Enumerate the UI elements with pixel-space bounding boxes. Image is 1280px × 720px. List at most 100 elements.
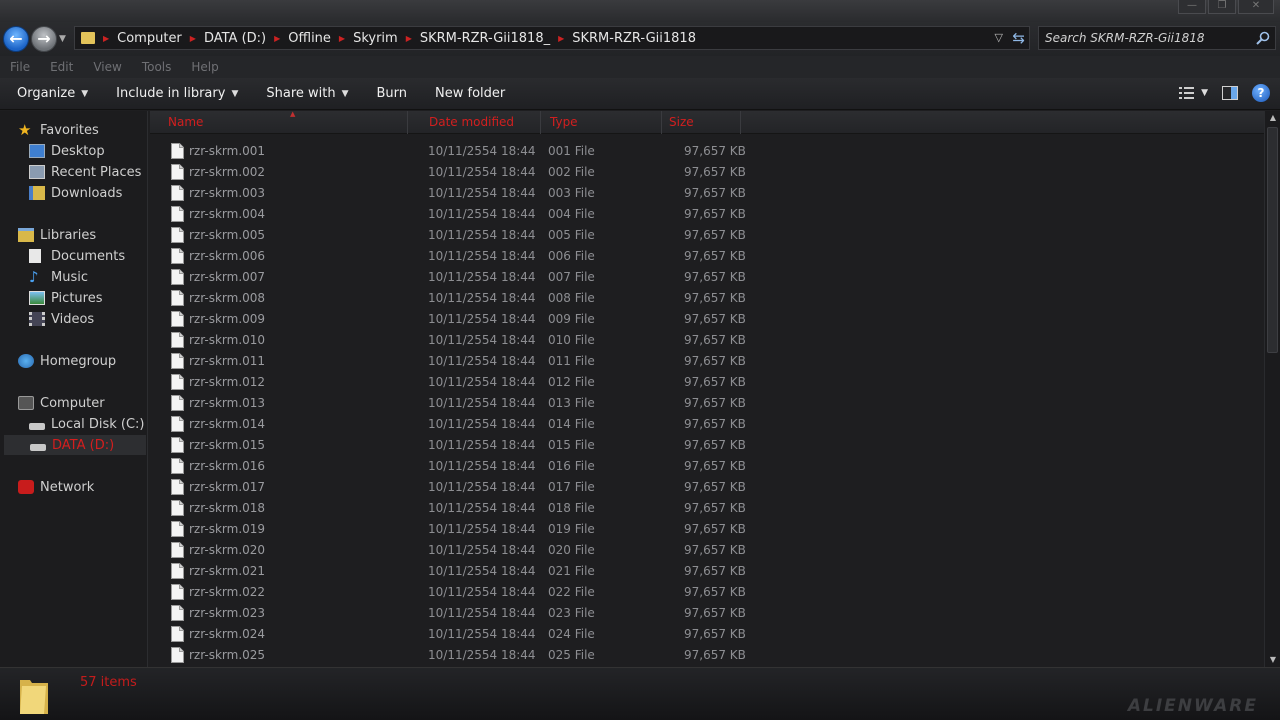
- chevron-right-icon[interactable]: ▶: [339, 34, 345, 43]
- nav-documents[interactable]: Documents: [29, 246, 125, 266]
- nav-libraries[interactable]: Libraries: [18, 225, 96, 245]
- chevron-right-icon[interactable]: ▶: [406, 34, 412, 43]
- nav-videos[interactable]: Videos: [29, 309, 94, 329]
- file-row[interactable]: rzr-skrm.006 10/11/2554 18:44 006 File 97,6…: [150, 246, 1264, 267]
- back-button[interactable]: ←: [3, 26, 29, 52]
- file-row[interactable]: rzr-skrm.015 10/11/2554 18:44 015 File 97,6…: [150, 435, 1264, 456]
- burn-button[interactable]: Burn: [360, 86, 419, 101]
- file-size: 97,657 KB: [684, 207, 746, 221]
- breadcrumb-skyrim[interactable]: Skyrim: [353, 31, 398, 46]
- nav-pictures[interactable]: Pictures: [29, 288, 102, 308]
- file-icon: [171, 290, 184, 306]
- file-row[interactable]: rzr-skrm.013 10/11/2554 18:44 013 File 97,6…: [150, 393, 1264, 414]
- title-bar[interactable]: — ❐ ✕: [0, 0, 1280, 22]
- file-row[interactable]: rzr-skrm.003 10/11/2554 18:44 003 File 97,6…: [150, 183, 1264, 204]
- menu-view[interactable]: View: [83, 56, 131, 78]
- column-header-name[interactable]: Name: [162, 111, 408, 134]
- menu-tools[interactable]: Tools: [132, 56, 182, 78]
- file-row[interactable]: rzr-skrm.008 10/11/2554 18:44 008 File 97,6…: [150, 288, 1264, 309]
- file-type: 009 File: [548, 312, 595, 326]
- nav-computer[interactable]: Computer: [18, 393, 105, 413]
- file-row[interactable]: rzr-skrm.023 10/11/2554 18:44 023 File 97,6…: [150, 603, 1264, 624]
- file-row[interactable]: rzr-skrm.017 10/11/2554 18:44 017 File 97,6…: [150, 477, 1264, 498]
- vertical-scrollbar[interactable]: ▲ ▼: [1264, 111, 1280, 667]
- file-row[interactable]: rzr-skrm.005 10/11/2554 18:44 005 File 97,6…: [150, 225, 1264, 246]
- file-row[interactable]: rzr-skrm.001 10/11/2554 18:44 001 File 97,6…: [150, 141, 1264, 162]
- nav-data-drive-d[interactable]: DATA (D:): [4, 435, 146, 455]
- menu-help[interactable]: Help: [181, 56, 228, 78]
- file-row[interactable]: rzr-skrm.012 10/11/2554 18:44 012 File 97,6…: [150, 372, 1264, 393]
- search-input[interactable]: [1045, 30, 1245, 46]
- include-in-library-label: Include in library: [116, 86, 226, 101]
- search-box[interactable]: [1038, 26, 1276, 50]
- include-in-library-button[interactable]: Include in library ▼: [99, 86, 249, 101]
- chevron-right-icon[interactable]: ▶: [274, 34, 280, 43]
- new-folder-button[interactable]: New folder: [418, 86, 516, 101]
- file-size: 97,657 KB: [684, 228, 746, 242]
- file-row[interactable]: rzr-skrm.021 10/11/2554 18:44 021 File 97,6…: [150, 561, 1264, 582]
- column-header-date-modified[interactable]: Date modified: [423, 111, 541, 134]
- preview-pane-icon[interactable]: [1222, 86, 1238, 100]
- forward-button[interactable]: →: [31, 26, 57, 52]
- file-row[interactable]: rzr-skrm.016 10/11/2554 18:44 016 File 97,6…: [150, 456, 1264, 477]
- file-row[interactable]: rzr-skrm.004 10/11/2554 18:44 004 File 97,6…: [150, 204, 1264, 225]
- refresh-icon[interactable]: ⇆: [1012, 29, 1025, 47]
- chevron-right-icon[interactable]: ▶: [558, 34, 564, 43]
- menu-file[interactable]: File: [0, 56, 40, 78]
- recent-pages-dropdown[interactable]: ▼: [59, 34, 66, 44]
- scroll-up-button[interactable]: ▲: [1266, 111, 1280, 125]
- minimize-button[interactable]: —: [1178, 0, 1206, 14]
- breadcrumb-data-drive[interactable]: DATA (D:): [204, 31, 266, 46]
- nav-homegroup[interactable]: Homegroup: [18, 351, 116, 371]
- file-size: 97,657 KB: [684, 249, 746, 263]
- nav-downloads[interactable]: Downloads: [29, 183, 122, 203]
- help-icon[interactable]: ?: [1252, 84, 1270, 102]
- address-bar[interactable]: ▶ Computer ▶ DATA (D:) ▶ Offline ▶ Skyri…: [74, 26, 1030, 50]
- file-row[interactable]: rzr-skrm.019 10/11/2554 18:44 019 File 97,6…: [150, 519, 1264, 540]
- file-date-modified: 10/11/2554 18:44: [428, 207, 536, 221]
- scrollbar-thumb[interactable]: [1267, 127, 1278, 353]
- view-options-dropdown[interactable]: ▼: [1201, 88, 1208, 98]
- file-list: Name ▲ Date modified Type Size rzr-skrm.…: [150, 110, 1264, 667]
- file-type: 004 File: [548, 207, 595, 221]
- file-row[interactable]: rzr-skrm.022 10/11/2554 18:44 022 File 97,6…: [150, 582, 1264, 603]
- organize-button[interactable]: Organize ▼: [0, 86, 99, 101]
- breadcrumb-computer[interactable]: Computer: [117, 31, 182, 46]
- file-row[interactable]: rzr-skrm.007 10/11/2554 18:44 007 File 97,6…: [150, 267, 1264, 288]
- file-row[interactable]: rzr-skrm.024 10/11/2554 18:44 024 File 97,6…: [150, 624, 1264, 645]
- file-icon: [171, 521, 184, 537]
- change-view-icon[interactable]: [1179, 86, 1195, 100]
- file-type: 025 File: [548, 648, 595, 662]
- file-row[interactable]: rzr-skrm.009 10/11/2554 18:44 009 File 97,6…: [150, 309, 1264, 330]
- maximize-button[interactable]: ❐: [1208, 0, 1236, 14]
- nav-music[interactable]: ♪ Music: [29, 267, 88, 287]
- breadcrumb-current-folder[interactable]: SKRM-RZR-Gii1818: [572, 31, 696, 46]
- share-with-button[interactable]: Share with ▼: [249, 86, 359, 101]
- nav-favorites[interactable]: ★ Favorites: [18, 120, 99, 140]
- close-button[interactable]: ✕: [1238, 0, 1274, 14]
- file-row[interactable]: rzr-skrm.014 10/11/2554 18:44 014 File 97,6…: [150, 414, 1264, 435]
- file-row[interactable]: rzr-skrm.002 10/11/2554 18:44 002 File 97,6…: [150, 162, 1264, 183]
- file-row[interactable]: rzr-skrm.025 10/11/2554 18:44 025 File 97,6…: [150, 645, 1264, 666]
- column-header-type[interactable]: Type: [544, 111, 662, 134]
- file-date-modified: 10/11/2554 18:44: [428, 585, 536, 599]
- file-row[interactable]: rzr-skrm.020 10/11/2554 18:44 020 File 97,6…: [150, 540, 1264, 561]
- search-icon[interactable]: [1255, 30, 1271, 46]
- nav-desktop[interactable]: Desktop: [29, 141, 105, 161]
- nav-recent-places[interactable]: Recent Places: [29, 162, 141, 182]
- file-row[interactable]: rzr-skrm.010 10/11/2554 18:44 010 File 97,6…: [150, 330, 1264, 351]
- file-type: 003 File: [548, 186, 595, 200]
- scroll-down-button[interactable]: ▼: [1266, 653, 1280, 667]
- chevron-right-icon[interactable]: ▶: [190, 34, 196, 43]
- chevron-right-icon[interactable]: ▶: [103, 34, 109, 43]
- file-row[interactable]: rzr-skrm.011 10/11/2554 18:44 011 File 97,6…: [150, 351, 1264, 372]
- nav-local-disk-c[interactable]: Local Disk (C:): [29, 414, 144, 434]
- column-header-size[interactable]: Size: [663, 111, 741, 134]
- file-date-modified: 10/11/2554 18:44: [428, 396, 536, 410]
- file-row[interactable]: rzr-skrm.018 10/11/2554 18:44 018 File 97,6…: [150, 498, 1264, 519]
- breadcrumb-parent-folder[interactable]: SKRM-RZR-Gii1818_: [420, 31, 550, 46]
- menu-edit[interactable]: Edit: [40, 56, 83, 78]
- address-history-dropdown[interactable]: ▽: [995, 31, 1003, 44]
- breadcrumb-offline[interactable]: Offline: [288, 31, 331, 46]
- nav-network[interactable]: Network: [18, 477, 94, 497]
